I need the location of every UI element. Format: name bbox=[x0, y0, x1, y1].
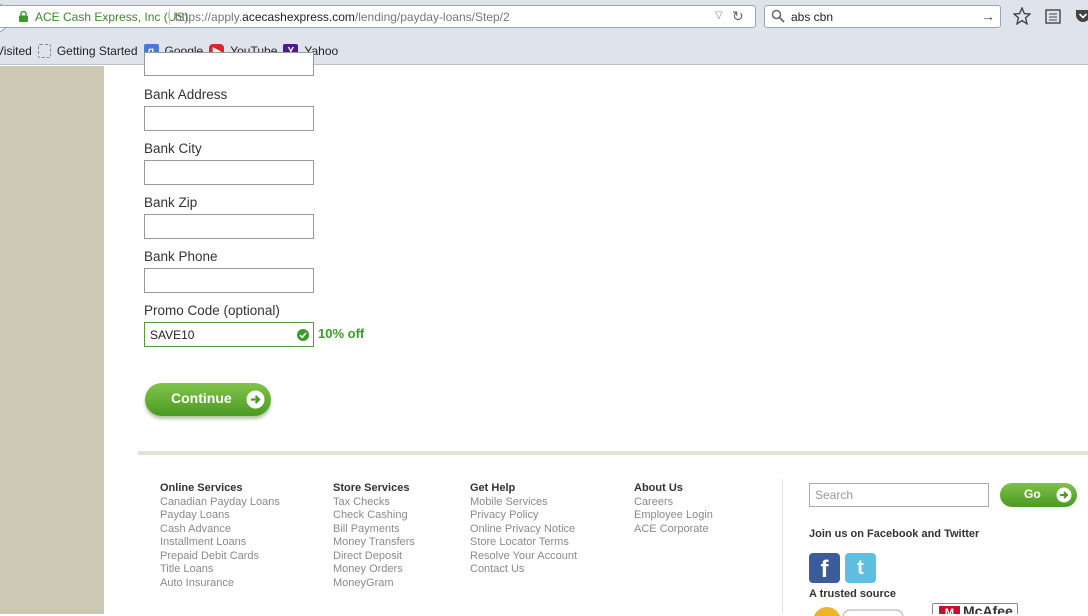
promo-discount-note: 10% off bbox=[318, 326, 365, 341]
footer-link[interactable]: Title Loans bbox=[160, 563, 280, 577]
url-dropdown-icon[interactable]: ▽ bbox=[715, 10, 723, 21]
footer-link[interactable]: MoneyGram bbox=[333, 577, 415, 591]
footer-vertical-divider bbox=[782, 479, 783, 614]
twitter-icon[interactable]: t bbox=[845, 553, 876, 583]
footer-link[interactable]: Contact Us bbox=[470, 563, 577, 577]
browser-search-bar[interactable]: abs cbn → bbox=[764, 5, 1001, 28]
bank-name-input[interactable] bbox=[144, 52, 314, 76]
reload-icon[interactable]: ↻ bbox=[732, 8, 744, 25]
footer-link[interactable]: Cash Advance bbox=[160, 523, 280, 537]
footer-link[interactable]: Mobile Services bbox=[470, 496, 577, 510]
check-circle-icon bbox=[297, 329, 309, 341]
footer-link[interactable]: Bill Payments bbox=[333, 523, 415, 537]
promo-code-label: Promo Code (optional) bbox=[144, 303, 280, 318]
mcafee-label: McAfee bbox=[963, 603, 1013, 614]
trust-seal-badge[interactable] bbox=[809, 604, 909, 616]
footer-link[interactable]: Tax Checks bbox=[333, 496, 415, 510]
continue-label: Continue bbox=[171, 390, 232, 406]
footer-link[interactable]: Privacy Policy bbox=[470, 509, 577, 523]
bank-phone-label: Bank Phone bbox=[144, 249, 218, 264]
bookmark-visited[interactable]: Visited bbox=[0, 44, 32, 58]
trusted-source-label: A trusted source bbox=[809, 588, 897, 600]
footer-link[interactable]: Money Orders bbox=[333, 563, 415, 577]
footer-heading: Online Services bbox=[160, 482, 243, 494]
footer-link[interactable]: Employee Login bbox=[634, 509, 713, 523]
mcafee-secure-badge[interactable]: M McAfee bbox=[928, 601, 1028, 614]
pocket-icon[interactable] bbox=[1074, 7, 1088, 25]
bank-phone-input[interactable] bbox=[144, 268, 314, 293]
footer-link[interactable]: Careers bbox=[634, 496, 713, 510]
lock-icon bbox=[19, 11, 28, 22]
arrow-right-circle-icon bbox=[1056, 487, 1072, 503]
footer-heading: Get Help bbox=[470, 482, 516, 494]
page-left-margin bbox=[0, 66, 104, 614]
bank-address-input[interactable] bbox=[144, 106, 314, 131]
go-label: Go bbox=[1024, 487, 1041, 501]
social-heading: Join us on Facebook and Twitter bbox=[809, 528, 980, 540]
dotted-page-icon bbox=[37, 44, 51, 58]
search-icon bbox=[771, 9, 785, 23]
footer-column-store-services: Store Services Tax Checks Check Cashing … bbox=[333, 482, 415, 590]
footer-link[interactable]: Installment Loans bbox=[160, 536, 280, 550]
url-separator bbox=[169, 9, 170, 25]
footer-link[interactable]: Payday Loans bbox=[160, 509, 280, 523]
url-bar[interactable]: ACE Cash Express, Inc (US) https://apply… bbox=[0, 5, 756, 28]
url-text[interactable]: https://apply.acecashexpress.com/lending… bbox=[175, 10, 510, 24]
browser-search-input[interactable]: abs cbn bbox=[791, 10, 833, 24]
footer-link[interactable]: Prepaid Debit Cards bbox=[160, 550, 280, 564]
bank-address-label: Bank Address bbox=[144, 87, 228, 102]
footer-link[interactable]: Online Privacy Notice bbox=[470, 523, 577, 537]
mcafee-shield-icon: M bbox=[939, 606, 960, 614]
facebook-icon[interactable]: f bbox=[809, 553, 840, 583]
footer-column-get-help: Get Help Mobile Services Privacy Policy … bbox=[470, 482, 577, 577]
promo-code-value: SAVE10 bbox=[150, 328, 195, 342]
footer-heading: About Us bbox=[634, 482, 683, 494]
promo-code-input[interactable]: SAVE10 bbox=[144, 322, 314, 347]
footer-link[interactable]: Auto Insurance bbox=[160, 577, 280, 591]
bank-zip-label: Bank Zip bbox=[144, 195, 198, 210]
footer-link[interactable]: Direct Deposit bbox=[333, 550, 415, 564]
footer-link[interactable]: Check Cashing bbox=[333, 509, 415, 523]
continue-button[interactable]: Continue bbox=[145, 383, 271, 416]
site-identity[interactable]: ACE Cash Express, Inc (US) bbox=[35, 10, 188, 24]
page-content: Bank Address Bank City Bank Zip Bank Pho… bbox=[104, 52, 1088, 616]
footer-link[interactable]: Resolve Your Account bbox=[470, 550, 577, 564]
bookmarks-menu-icon[interactable] bbox=[1044, 7, 1062, 25]
footer-link[interactable]: Money Transfers bbox=[333, 536, 415, 550]
footer-divider bbox=[138, 451, 1088, 455]
bank-city-input[interactable] bbox=[144, 160, 314, 185]
search-go-arrow-icon[interactable]: → bbox=[981, 8, 995, 24]
bookmark-getting-started[interactable]: Getting Started bbox=[37, 44, 138, 58]
go-button[interactable]: Go bbox=[1000, 483, 1077, 507]
footer-search-input[interactable]: Search bbox=[809, 483, 989, 507]
bookmark-star-icon[interactable] bbox=[1013, 7, 1031, 25]
footer-link[interactable]: ACE Corporate bbox=[634, 523, 713, 537]
footer-column-about-us: About Us Careers Employee Login ACE Corp… bbox=[634, 482, 713, 536]
footer-heading: Store Services bbox=[333, 482, 410, 494]
bank-city-label: Bank City bbox=[144, 141, 202, 156]
footer-column-online-services: Online Services Canadian Payday Loans Pa… bbox=[160, 482, 280, 590]
arrow-right-circle-icon bbox=[246, 390, 265, 409]
footer-link[interactable]: Canadian Payday Loans bbox=[160, 496, 280, 510]
mcafee-badge-frame: M McAfee bbox=[932, 603, 1018, 614]
footer-link[interactable]: Store Locator Terms bbox=[470, 536, 577, 550]
bank-zip-input[interactable] bbox=[144, 214, 314, 239]
